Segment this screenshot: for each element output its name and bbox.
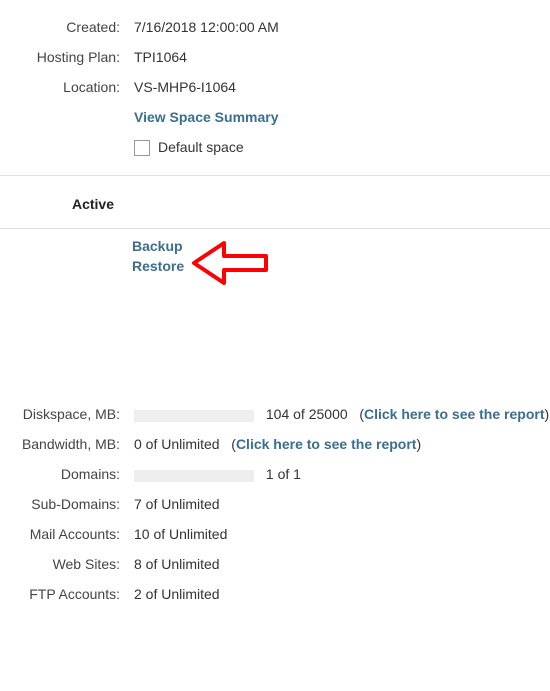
hosting-plan-value: TPI1064 xyxy=(130,49,550,65)
status-section: Active xyxy=(0,176,550,229)
bandwidth-report-link[interactable]: Click here to see the report xyxy=(236,436,417,452)
bandwidth-label: Bandwidth, MB: xyxy=(0,436,130,452)
mail-accounts-label: Mail Accounts: xyxy=(0,526,130,542)
diskspace-label: Diskspace, MB: xyxy=(0,406,130,422)
domains-value: 1 of 1 xyxy=(266,466,301,482)
diskspace-value: 104 of 25000 xyxy=(266,406,348,422)
ftp-accounts-label: FTP Accounts: xyxy=(0,586,130,602)
subdomains-label: Sub-Domains: xyxy=(0,496,130,512)
default-space-label: Default space xyxy=(158,139,244,155)
domains-bar xyxy=(134,470,254,482)
info-section: Created: 7/16/2018 12:00:00 AM Hosting P… xyxy=(0,0,550,176)
location-value: VS-MHP6-I1064 xyxy=(130,79,550,95)
active-status: Active xyxy=(0,196,114,212)
diskspace-bar xyxy=(134,410,254,422)
stats-section: Diskspace, MB: 104 of 25000 (Click here … xyxy=(0,389,550,609)
ftp-accounts-value: 2 of Unlimited xyxy=(130,586,550,602)
diskspace-report-link[interactable]: Click here to see the report xyxy=(364,406,545,422)
default-space-checkbox[interactable] xyxy=(134,140,150,156)
view-space-summary-link[interactable]: View Space Summary xyxy=(134,109,278,125)
domains-label: Domains: xyxy=(0,466,130,482)
arrow-annotation-icon xyxy=(188,239,278,289)
created-label: Created: xyxy=(0,19,130,35)
created-value: 7/16/2018 12:00:00 AM xyxy=(130,19,550,35)
mail-accounts-value: 10 of Unlimited xyxy=(130,526,550,542)
subdomains-value: 7 of Unlimited xyxy=(130,496,550,512)
web-sites-label: Web Sites: xyxy=(0,556,130,572)
location-label: Location: xyxy=(0,79,130,95)
web-sites-value: 8 of Unlimited xyxy=(130,556,550,572)
bandwidth-value: 0 of Unlimited xyxy=(134,436,220,452)
backup-section: Backup Restore xyxy=(0,229,550,389)
hosting-plan-label: Hosting Plan: xyxy=(0,49,130,65)
